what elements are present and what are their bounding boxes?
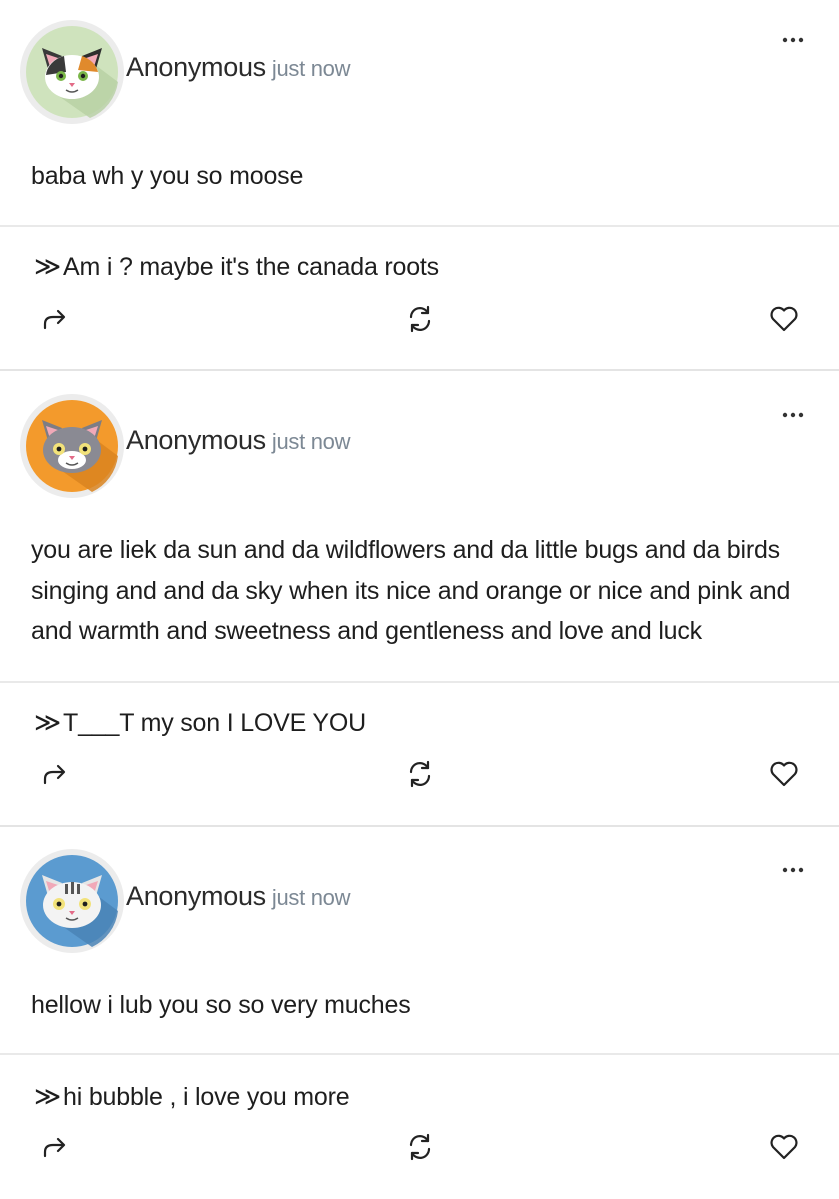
heart-icon xyxy=(770,306,798,332)
more-options-button[interactable] xyxy=(770,858,816,882)
avatar[interactable] xyxy=(20,20,124,124)
answer-chevron: ≫ xyxy=(34,1081,62,1111)
refresh-icon xyxy=(409,1133,431,1161)
timestamp: just now xyxy=(271,885,351,910)
divider xyxy=(0,225,839,227)
refresh-icon xyxy=(409,305,431,333)
answer-body: T___T my son I LOVE YOU xyxy=(63,709,366,737)
refresh-button[interactable] xyxy=(402,756,438,792)
answer-text: ≫hi bubble , i love you more xyxy=(34,1081,350,1112)
share-arrow-icon xyxy=(43,1137,66,1158)
answer-text: ≫T___T my son I LOVE YOU xyxy=(34,707,366,738)
more-dots-icon xyxy=(782,37,804,43)
more-dots-icon xyxy=(782,867,804,873)
like-button[interactable] xyxy=(766,1129,802,1165)
more-options-button[interactable] xyxy=(770,403,816,427)
heart-icon xyxy=(770,761,798,787)
post-separator xyxy=(0,825,839,827)
divider xyxy=(0,1053,839,1055)
refresh-icon xyxy=(409,760,431,788)
author-line: Anonymous just now xyxy=(126,52,351,83)
question-text: hellow i lub you so so very muches xyxy=(31,991,411,1019)
gray-cat-avatar-icon xyxy=(22,396,122,496)
timestamp: just now xyxy=(271,429,351,454)
avatar[interactable] xyxy=(20,394,124,498)
answer-text: ≫Am i ? maybe it's the canada roots xyxy=(34,251,439,282)
share-button[interactable] xyxy=(36,1129,72,1165)
share-arrow-icon xyxy=(43,309,66,330)
more-dots-icon xyxy=(782,412,804,418)
author-name[interactable]: Anonymous xyxy=(126,881,266,911)
tabby-cat-avatar-icon xyxy=(22,851,122,951)
question-text: you are liek da sun and da wildflowers a… xyxy=(31,536,791,645)
answer-chevron: ≫ xyxy=(34,251,62,281)
timestamp: just now xyxy=(271,56,351,81)
author-name[interactable]: Anonymous xyxy=(126,52,266,82)
more-options-button[interactable] xyxy=(770,28,816,52)
like-button[interactable] xyxy=(766,756,802,792)
author-name[interactable]: Anonymous xyxy=(126,425,266,455)
share-button[interactable] xyxy=(36,756,72,792)
avatar[interactable] xyxy=(20,849,124,953)
heart-icon xyxy=(770,1134,798,1160)
author-line: Anonymous just now xyxy=(126,881,351,912)
like-button[interactable] xyxy=(766,301,802,337)
share-arrow-icon xyxy=(43,764,66,785)
question-text: baba wh y you so moose xyxy=(31,162,304,190)
refresh-button[interactable] xyxy=(402,1129,438,1165)
post-separator xyxy=(0,369,839,371)
answer-chevron: ≫ xyxy=(34,707,62,737)
author-line: Anonymous just now xyxy=(126,425,351,456)
share-button[interactable] xyxy=(36,301,72,337)
answer-body: Am i ? maybe it's the canada roots xyxy=(63,253,439,281)
refresh-button[interactable] xyxy=(402,301,438,337)
answer-body: hi bubble , i love you more xyxy=(63,1083,350,1111)
calico-cat-avatar-icon xyxy=(22,22,122,122)
divider xyxy=(0,681,839,683)
